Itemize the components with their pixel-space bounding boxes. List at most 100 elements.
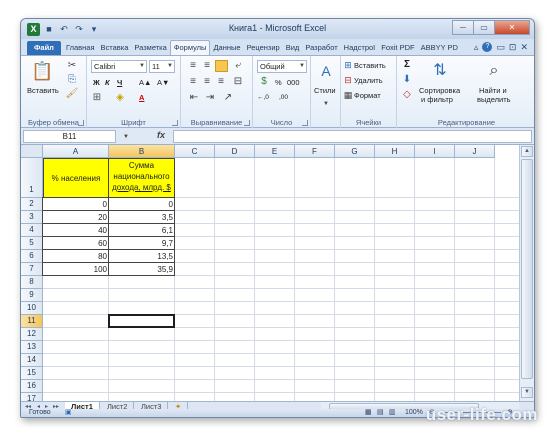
align-right-icon[interactable]: ≡ [215, 76, 227, 88]
row-header-9[interactable]: 9 [21, 289, 43, 302]
worksheet-grid[interactable]: ABCDEFGHIJ123456789101112131415161718% н… [21, 145, 519, 401]
autosum-icon[interactable]: Σ [401, 59, 413, 71]
align-bottom-button[interactable] [215, 60, 228, 72]
copy-icon[interactable]: ⎘ [65, 74, 79, 86]
sort-filter-button[interactable]: Сортировка [419, 86, 460, 95]
font-color-button[interactable]: A [139, 93, 144, 102]
styles-icon[interactable]: A [317, 62, 335, 80]
workbook-close-icon[interactable]: ✕ [520, 42, 528, 53]
percent-button[interactable]: % [275, 78, 282, 87]
row-header-17[interactable]: 17 [21, 393, 43, 401]
column-header-a[interactable]: A [43, 145, 109, 158]
align-left-icon[interactable]: ≡ [187, 76, 199, 88]
column-header-i[interactable]: I [415, 145, 455, 158]
clipboard-launcher-icon[interactable] [78, 120, 84, 126]
name-box[interactable]: B11 [23, 130, 116, 143]
paste-button[interactable]: Вставить [27, 86, 59, 95]
row-header-15[interactable]: 15 [21, 367, 43, 380]
tab-formulas[interactable]: Формулы [169, 40, 211, 55]
row-header-16[interactable]: 16 [21, 380, 43, 393]
number-launcher-icon[interactable] [302, 120, 308, 126]
name-box-dropdown-icon[interactable]: ▼ [121, 131, 131, 143]
find-select-button[interactable]: Найти и [479, 86, 507, 95]
scroll-down-icon[interactable]: ▼ [521, 387, 533, 398]
row-header-3[interactable]: 3 [21, 211, 43, 224]
find-select-button-line2[interactable]: выделить [477, 95, 511, 104]
font-launcher-icon[interactable] [172, 120, 178, 126]
increase-indent-icon[interactable]: ⇥ [203, 92, 217, 104]
styles-button[interactable]: Стили [314, 86, 336, 95]
bold-button[interactable]: Ж [93, 78, 100, 87]
find-select-icon[interactable]: ⌕ [483, 60, 505, 82]
decrease-decimal-button[interactable]: ,00 [279, 94, 288, 101]
close-button[interactable]: ✕ [494, 20, 530, 35]
number-format-select[interactable]: Общий ▼ [257, 60, 307, 73]
row-header-5[interactable]: 5 [21, 237, 43, 250]
column-header-j[interactable]: J [455, 145, 495, 158]
column-header-e[interactable]: E [255, 145, 295, 158]
row-header-12[interactable]: 12 [21, 328, 43, 341]
wrap-text-icon[interactable]: ⤶ [231, 60, 245, 72]
row-header-1[interactable]: 1 [21, 158, 43, 198]
sort-filter-icon[interactable]: ⇅ [429, 60, 451, 82]
fill-color-icon[interactable]: ◈ [113, 92, 127, 104]
row-header-14[interactable]: 14 [21, 354, 43, 367]
tab-abbyy-pdf[interactable]: ABBYY PD [418, 41, 461, 55]
tab-insert[interactable]: Вставка [98, 41, 132, 55]
decrease-indent-icon[interactable]: ⇤ [187, 92, 201, 104]
cell-b7[interactable]: 35,9 [109, 263, 175, 276]
align-middle-icon[interactable]: ≡ [201, 60, 213, 72]
currency-icon[interactable]: $ [257, 76, 271, 88]
page-layout-view-icon[interactable]: ▤ [377, 409, 384, 417]
font-size-select[interactable]: 11 ▼ [149, 60, 175, 73]
workbook-restore-icon[interactable]: ⊡ [509, 42, 517, 53]
cell-a7[interactable]: 100 [43, 263, 109, 276]
page-break-view-icon[interactable]: ▥ [389, 409, 396, 417]
row-header-10[interactable]: 10 [21, 302, 43, 315]
format-cells-button[interactable]: Формат [354, 91, 381, 100]
fill-icon[interactable]: ⬇ [401, 74, 413, 86]
italic-button[interactable]: К [105, 78, 110, 87]
paste-icon[interactable]: 📋 [31, 60, 53, 82]
header-cell-a1[interactable]: % населения [43, 158, 109, 198]
alignment-launcher-icon[interactable] [244, 120, 250, 126]
grow-font-button[interactable]: A▲ [139, 78, 151, 87]
tab-file[interactable]: Файл [27, 41, 61, 55]
tab-view[interactable]: Вид [283, 41, 303, 55]
underline-button[interactable]: Ч [117, 78, 122, 87]
tab-data[interactable]: Данные [210, 41, 243, 55]
row-header-8[interactable]: 8 [21, 276, 43, 289]
scroll-up-icon[interactable]: ▲ [521, 146, 533, 157]
insert-cells-button[interactable]: Вставить [354, 61, 386, 70]
tab-addins[interactable]: Надстрої [341, 41, 379, 55]
header-cell-b1[interactable]: Сумма национального дохода, млрд. $ [108, 158, 175, 198]
tab-review[interactable]: Рецензир [244, 41, 283, 55]
orientation-icon[interactable]: ↗ [221, 92, 235, 104]
row-header-13[interactable]: 13 [21, 341, 43, 354]
delete-cells-button[interactable]: Удалить [354, 76, 383, 85]
vertical-scrollbar[interactable]: ▲ ▼ [519, 145, 534, 401]
macro-record-icon[interactable]: ▣ [65, 409, 72, 417]
row-header-4[interactable]: 4 [21, 224, 43, 237]
cut-icon[interactable]: ✂ [65, 60, 79, 72]
row-header-11[interactable]: 11 [21, 315, 43, 328]
tab-developer[interactable]: Разработ [302, 41, 340, 55]
borders-icon[interactable]: ⊞ [91, 92, 103, 104]
row-header-6[interactable]: 6 [21, 250, 43, 263]
row-header-2[interactable]: 2 [21, 198, 43, 211]
sort-filter-button-line2[interactable]: и фильтр [421, 95, 453, 104]
merge-icon[interactable]: ⊟ [231, 76, 245, 88]
workbook-minimize-icon[interactable]: ▭ [496, 42, 505, 53]
column-header-h[interactable]: H [375, 145, 415, 158]
tab-page-layout[interactable]: Разметка [131, 41, 169, 55]
column-header-f[interactable]: F [295, 145, 335, 158]
help-icon[interactable]: ? [482, 42, 493, 52]
format-painter-icon[interactable]: 🖌 [65, 88, 79, 100]
tab-home[interactable]: Главная [63, 41, 98, 55]
tab-foxit-pdf[interactable]: Foxit PDF [378, 41, 417, 55]
increase-decimal-button[interactable]: ←,0 [257, 94, 269, 101]
selected-cell-outline[interactable] [108, 314, 175, 328]
chevron-down-icon[interactable]: ▼ [321, 98, 331, 110]
align-top-icon[interactable]: ≡ [187, 60, 199, 72]
minimize-ribbon-icon[interactable]: ▵ [474, 42, 479, 53]
